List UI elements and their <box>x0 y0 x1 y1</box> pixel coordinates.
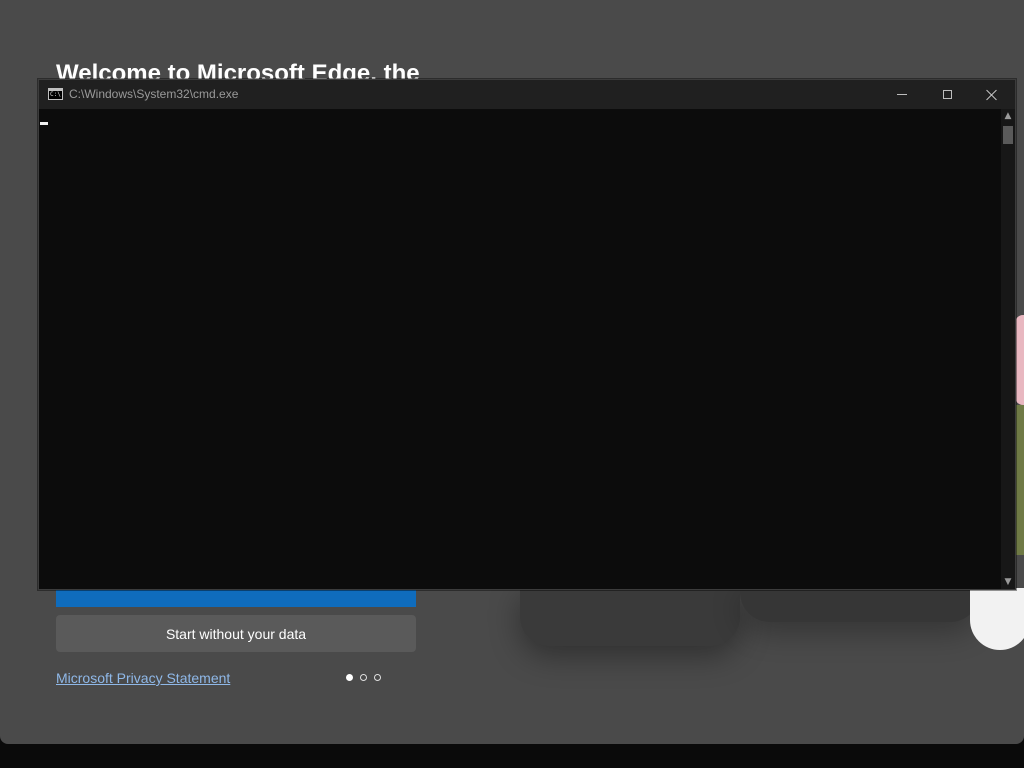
cmd-titlebar[interactable]: C:\Windows\System32\cmd.exe <box>39 80 1015 109</box>
text-cursor <box>40 122 48 125</box>
pager-dot-1[interactable] <box>346 674 353 681</box>
pot-image <box>520 588 740 646</box>
scroll-down-icon[interactable]: ▼ <box>1001 575 1015 589</box>
scroll-up-icon[interactable]: ▲ <box>1001 109 1015 123</box>
plant-image <box>1015 315 1024 405</box>
pager-dots <box>346 674 381 681</box>
pager-dot-2[interactable] <box>360 674 367 681</box>
minimize-icon <box>897 94 907 95</box>
minimize-button[interactable] <box>879 80 925 109</box>
cmd-icon <box>48 88 63 100</box>
vertical-scrollbar[interactable]: ▲ ▼ <box>1001 109 1015 589</box>
console-area[interactable] <box>39 109 1001 589</box>
maximize-icon <box>942 90 952 99</box>
scrollbar-thumb[interactable] <box>1003 126 1013 144</box>
cmd-window-title: C:\Windows\System32\cmd.exe <box>69 87 239 101</box>
privacy-statement-link[interactable]: Microsoft Privacy Statement <box>56 670 230 686</box>
plant-image <box>1015 405 1024 555</box>
close-button[interactable] <box>969 80 1015 109</box>
pager-dot-3[interactable] <box>374 674 381 681</box>
maximize-button[interactable] <box>924 80 970 109</box>
pot-image <box>740 588 980 622</box>
sign-in-button[interactable] <box>56 589 416 607</box>
start-without-data-button[interactable]: Start without your data <box>56 615 416 652</box>
pot-image <box>970 588 1024 650</box>
cmd-window: C:\Windows\System32\cmd.exe ▲ ▼ <box>38 79 1016 590</box>
close-icon <box>986 89 998 101</box>
